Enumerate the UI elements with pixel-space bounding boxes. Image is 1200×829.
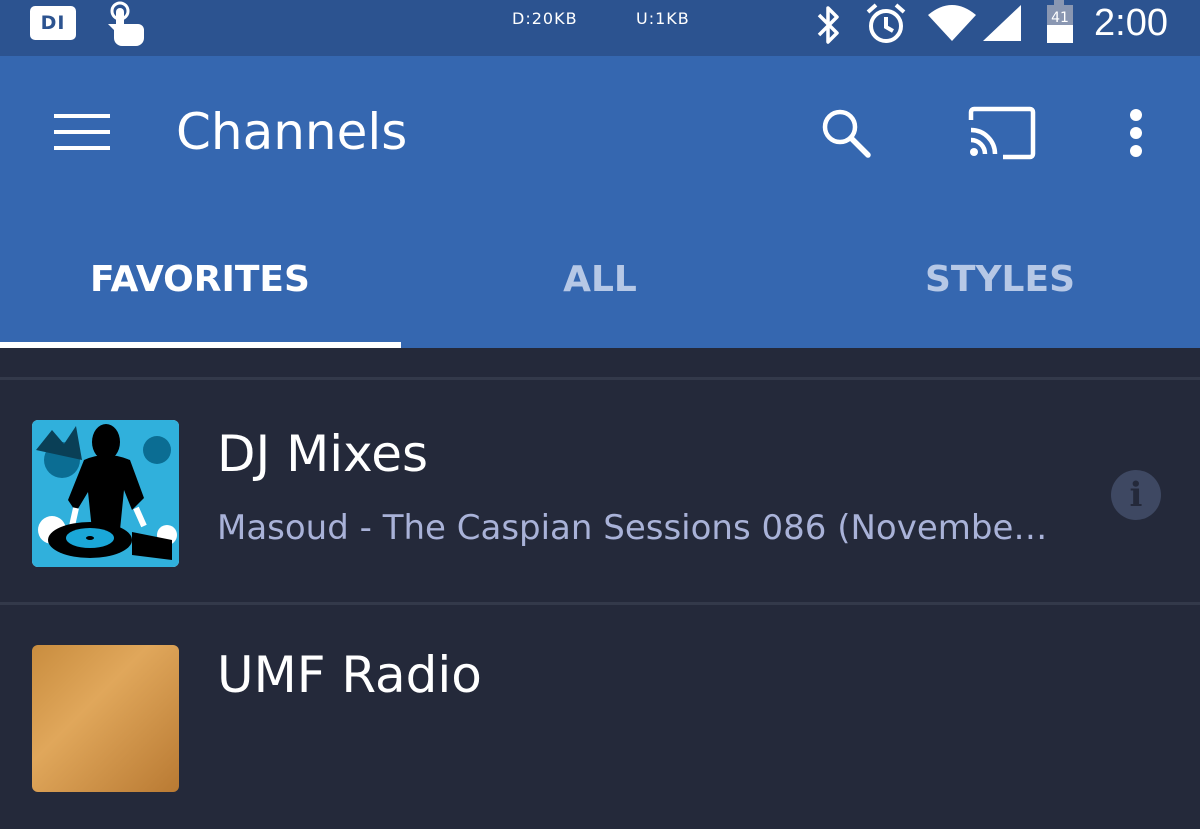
alarm-icon: [866, 3, 906, 43]
battery-level: 41: [1051, 10, 1069, 26]
channel-name: DJ Mixes: [217, 425, 429, 483]
tab-favorites[interactable]: FAVORITES: [0, 240, 400, 348]
channel-row-dj-mixes[interactable]: DJ Mixes Masoud - The Caspian Sessions 0…: [0, 380, 1200, 604]
page-title: Channels: [176, 103, 408, 161]
di-app-notification-icon: DI: [30, 6, 76, 40]
clock: 2:00: [1094, 2, 1168, 44]
tab-styles[interactable]: STYLES: [800, 240, 1200, 348]
cast-icon[interactable]: [967, 106, 1037, 160]
channel-artwork-umf-radio: [32, 645, 179, 792]
touch-gesture-icon: [108, 1, 144, 46]
search-icon[interactable]: [820, 107, 872, 159]
menu-icon[interactable]: [54, 112, 110, 152]
download-speed: D:20KB: [512, 9, 578, 28]
more-vert-icon[interactable]: [1126, 108, 1146, 158]
status-bar: DI D:20KB U:1KB 41 2:00: [0, 0, 1200, 56]
cell-signal-icon: [983, 5, 1021, 41]
tab-all[interactable]: ALL: [400, 240, 800, 348]
channel-now-playing: Masoud - The Caspian Sessions 086 (Novem…: [217, 508, 1048, 548]
tab-bar: FAVORITES ALL STYLES: [0, 240, 1200, 348]
active-tab-indicator: [0, 342, 401, 348]
channel-name: UMF Radio: [217, 646, 482, 704]
channel-row-umf-radio[interactable]: UMF Radio: [0, 605, 1200, 829]
channel-artwork-dj-mixes: [32, 420, 179, 567]
wifi-icon: [928, 5, 976, 41]
info-button[interactable]: i: [1111, 470, 1161, 520]
battery-icon: 41: [1047, 0, 1073, 43]
bluetooth-icon: [817, 6, 839, 44]
upload-speed: U:1KB: [636, 9, 690, 28]
